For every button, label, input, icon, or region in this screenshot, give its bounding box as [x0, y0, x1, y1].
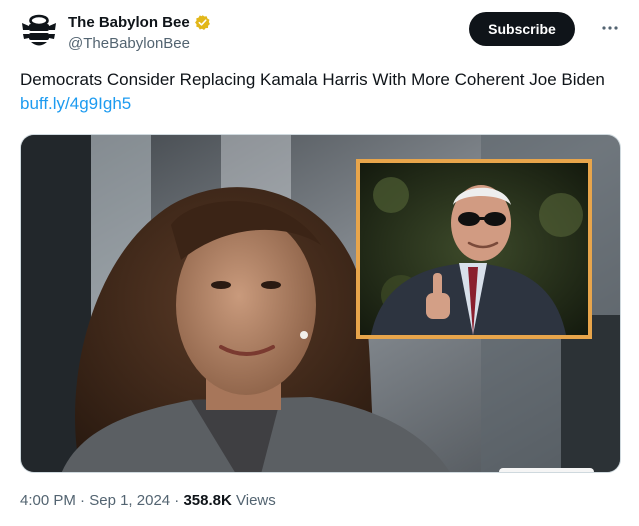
account-handle[interactable]: @TheBabylonBee — [68, 35, 211, 52]
tweet-body: Democrats Consider Replacing Kamala Harr… — [20, 70, 605, 89]
tweet-text: Democrats Consider Replacing Kamala Harr… — [20, 68, 620, 116]
tweet-card: The Babylon Bee @TheBabylonBee Subscribe… — [0, 0, 639, 526]
bee-logo-icon[interactable] — [20, 12, 58, 50]
more-options-icon[interactable] — [599, 18, 621, 38]
meta-separator: · — [80, 492, 86, 509]
subscribe-button[interactable]: Subscribe — [469, 12, 575, 46]
tweet-header: The Babylon Bee @TheBabylonBee Subscribe — [20, 8, 625, 58]
tweet-media-image[interactable] — [20, 134, 621, 473]
views-label: Views — [236, 492, 276, 509]
tweet-meta: 4:00 PM · Sep 1, 2024 · 358.8K Views — [20, 492, 276, 509]
display-name-row: The Babylon Bee — [68, 12, 211, 32]
meta-separator: · — [174, 492, 180, 509]
account-names: The Babylon Bee @TheBabylonBee — [68, 12, 211, 52]
verified-badge-icon[interactable] — [194, 14, 211, 31]
tweet-date[interactable]: Sep 1, 2024 — [89, 492, 170, 509]
tweet-link[interactable]: buff.ly/4g9Igh5 — [20, 94, 131, 113]
display-name[interactable]: The Babylon Bee — [68, 14, 190, 31]
tweet-time[interactable]: 4:00 PM — [20, 492, 76, 509]
views-count[interactable]: 358.8K — [183, 492, 231, 509]
